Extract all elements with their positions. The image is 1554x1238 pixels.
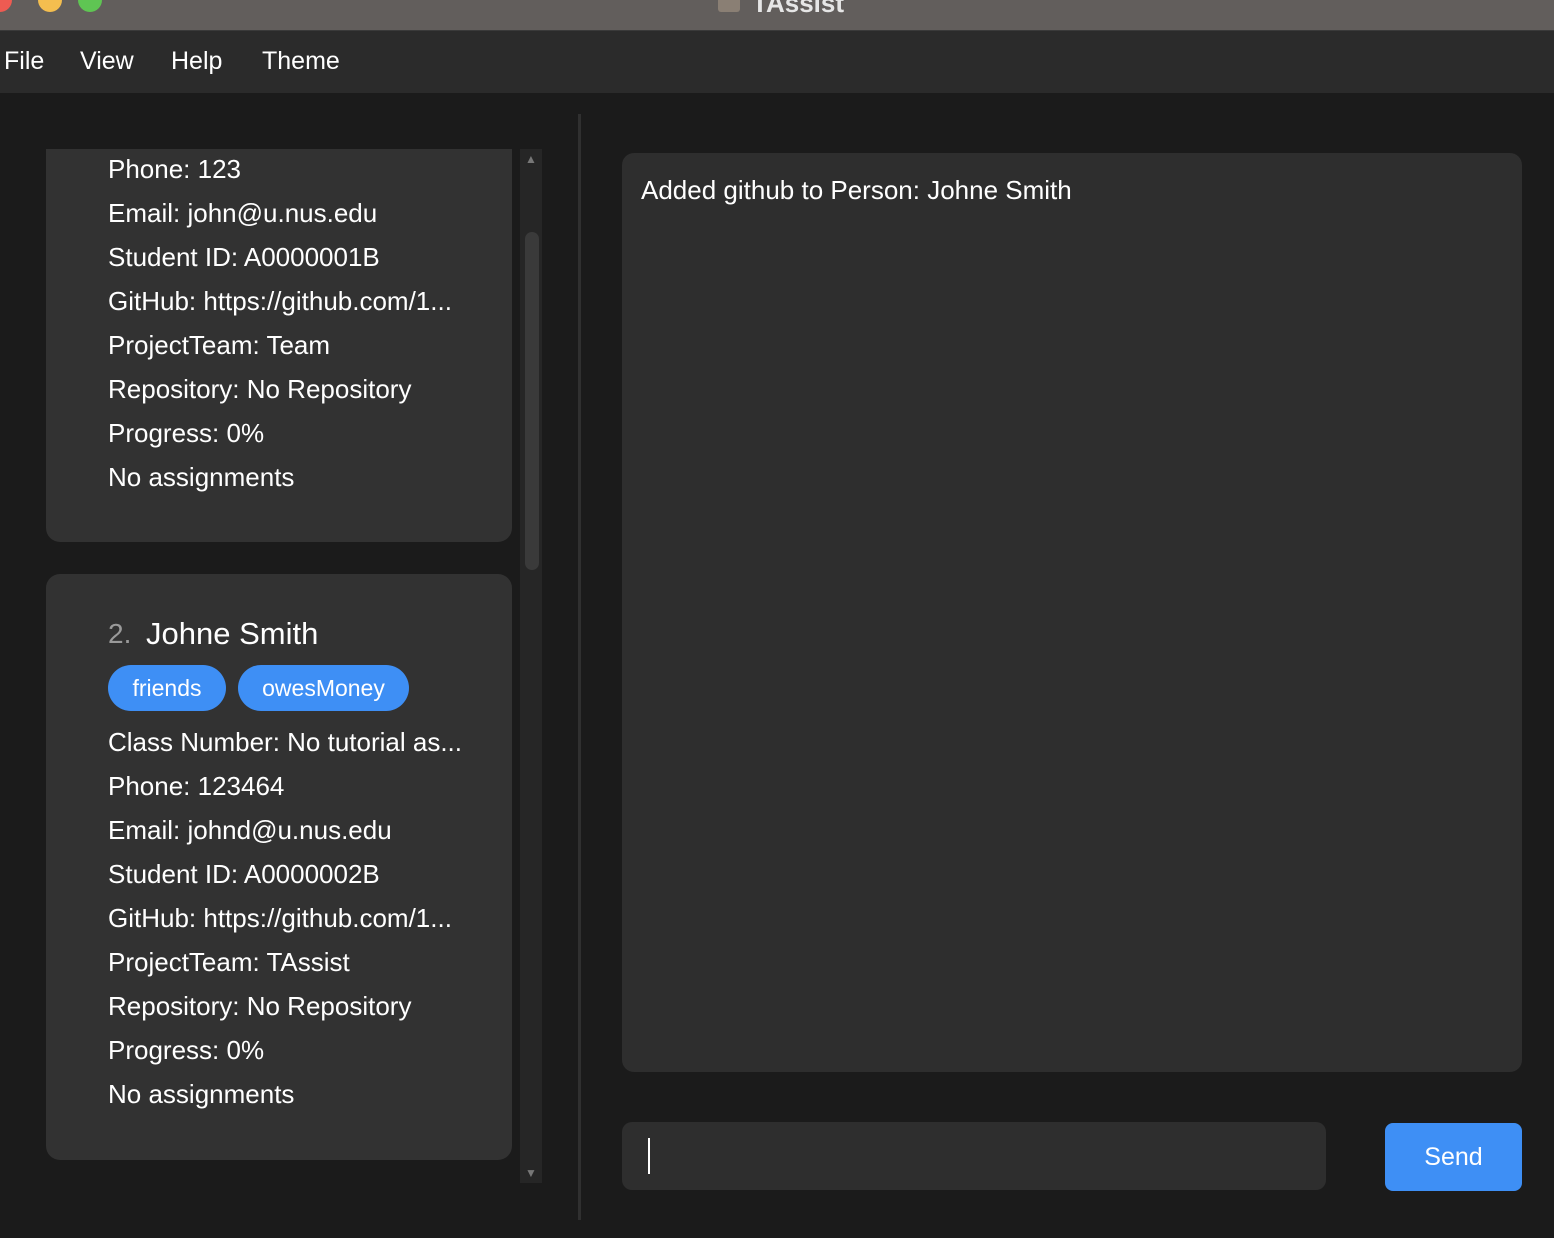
person-card[interactable]: Phone: 123 Email: john@u.nus.edu Student… xyxy=(46,149,512,542)
send-button[interactable]: Send xyxy=(1385,1123,1522,1191)
progress-text: Progress: 0% xyxy=(108,418,265,448)
split-pane-divider[interactable] xyxy=(578,114,581,1220)
progress-text: Progress: 0% xyxy=(108,1035,265,1065)
email-text: Email: john@u.nus.edu xyxy=(108,198,378,228)
project-team-text: ProjectTeam: TAssist xyxy=(108,947,350,977)
tag-badge: owesMoney xyxy=(238,665,409,711)
assignments-text: No assignments xyxy=(108,462,295,492)
close-window-button[interactable] xyxy=(0,0,12,12)
repository-text: Repository: No Repository xyxy=(108,991,412,1021)
menu-file[interactable]: File xyxy=(4,47,44,76)
person-list[interactable]: Phone: 123 Email: john@u.nus.edu Student… xyxy=(46,149,512,1189)
menu-theme[interactable]: Theme xyxy=(262,47,340,76)
text-caret xyxy=(648,1138,650,1174)
zoom-window-button[interactable] xyxy=(78,0,102,12)
student-id-text: Student ID: A0000002B xyxy=(108,859,380,889)
menu-bar: File View Help Theme xyxy=(0,31,1554,93)
class-number-text: Class Number: No tutorial as... xyxy=(108,727,463,757)
repository-text: Repository: No Repository xyxy=(108,374,412,404)
github-text: GitHub: https://github.com/1... xyxy=(108,286,452,316)
title-bar: TAssist xyxy=(0,0,1554,31)
list-scrollbar-thumb[interactable] xyxy=(525,232,539,570)
menu-view[interactable]: View xyxy=(80,47,134,76)
app-icon xyxy=(718,0,740,12)
result-message: Added github to Person: Johne Smith xyxy=(641,175,1072,205)
window-title: TAssist xyxy=(752,0,844,18)
phone-text: Phone: 123 xyxy=(108,154,242,184)
scroll-up-arrow-icon[interactable]: ▲ xyxy=(520,152,542,166)
tag-badge: friends xyxy=(108,665,226,711)
person-index: 2. xyxy=(108,618,132,649)
assignments-text: No assignments xyxy=(108,1079,295,1109)
person-card[interactable]: 2. Johne Smith friends owesMoney Class N… xyxy=(46,574,512,1160)
github-text: GitHub: https://github.com/1... xyxy=(108,903,452,933)
command-input[interactable] xyxy=(622,1122,1326,1190)
scroll-down-arrow-icon[interactable]: ▼ xyxy=(520,1166,542,1180)
minimize-window-button[interactable] xyxy=(38,0,62,12)
project-team-text: ProjectTeam: Team xyxy=(108,330,331,360)
person-name: Johne Smith xyxy=(146,616,319,651)
result-display: Added github to Person: Johne Smith xyxy=(622,153,1522,1072)
student-id-text: Student ID: A0000001B xyxy=(108,242,380,272)
phone-text: Phone: 123464 xyxy=(108,771,285,801)
email-text: Email: johnd@u.nus.edu xyxy=(108,815,392,845)
menu-help[interactable]: Help xyxy=(171,47,222,76)
